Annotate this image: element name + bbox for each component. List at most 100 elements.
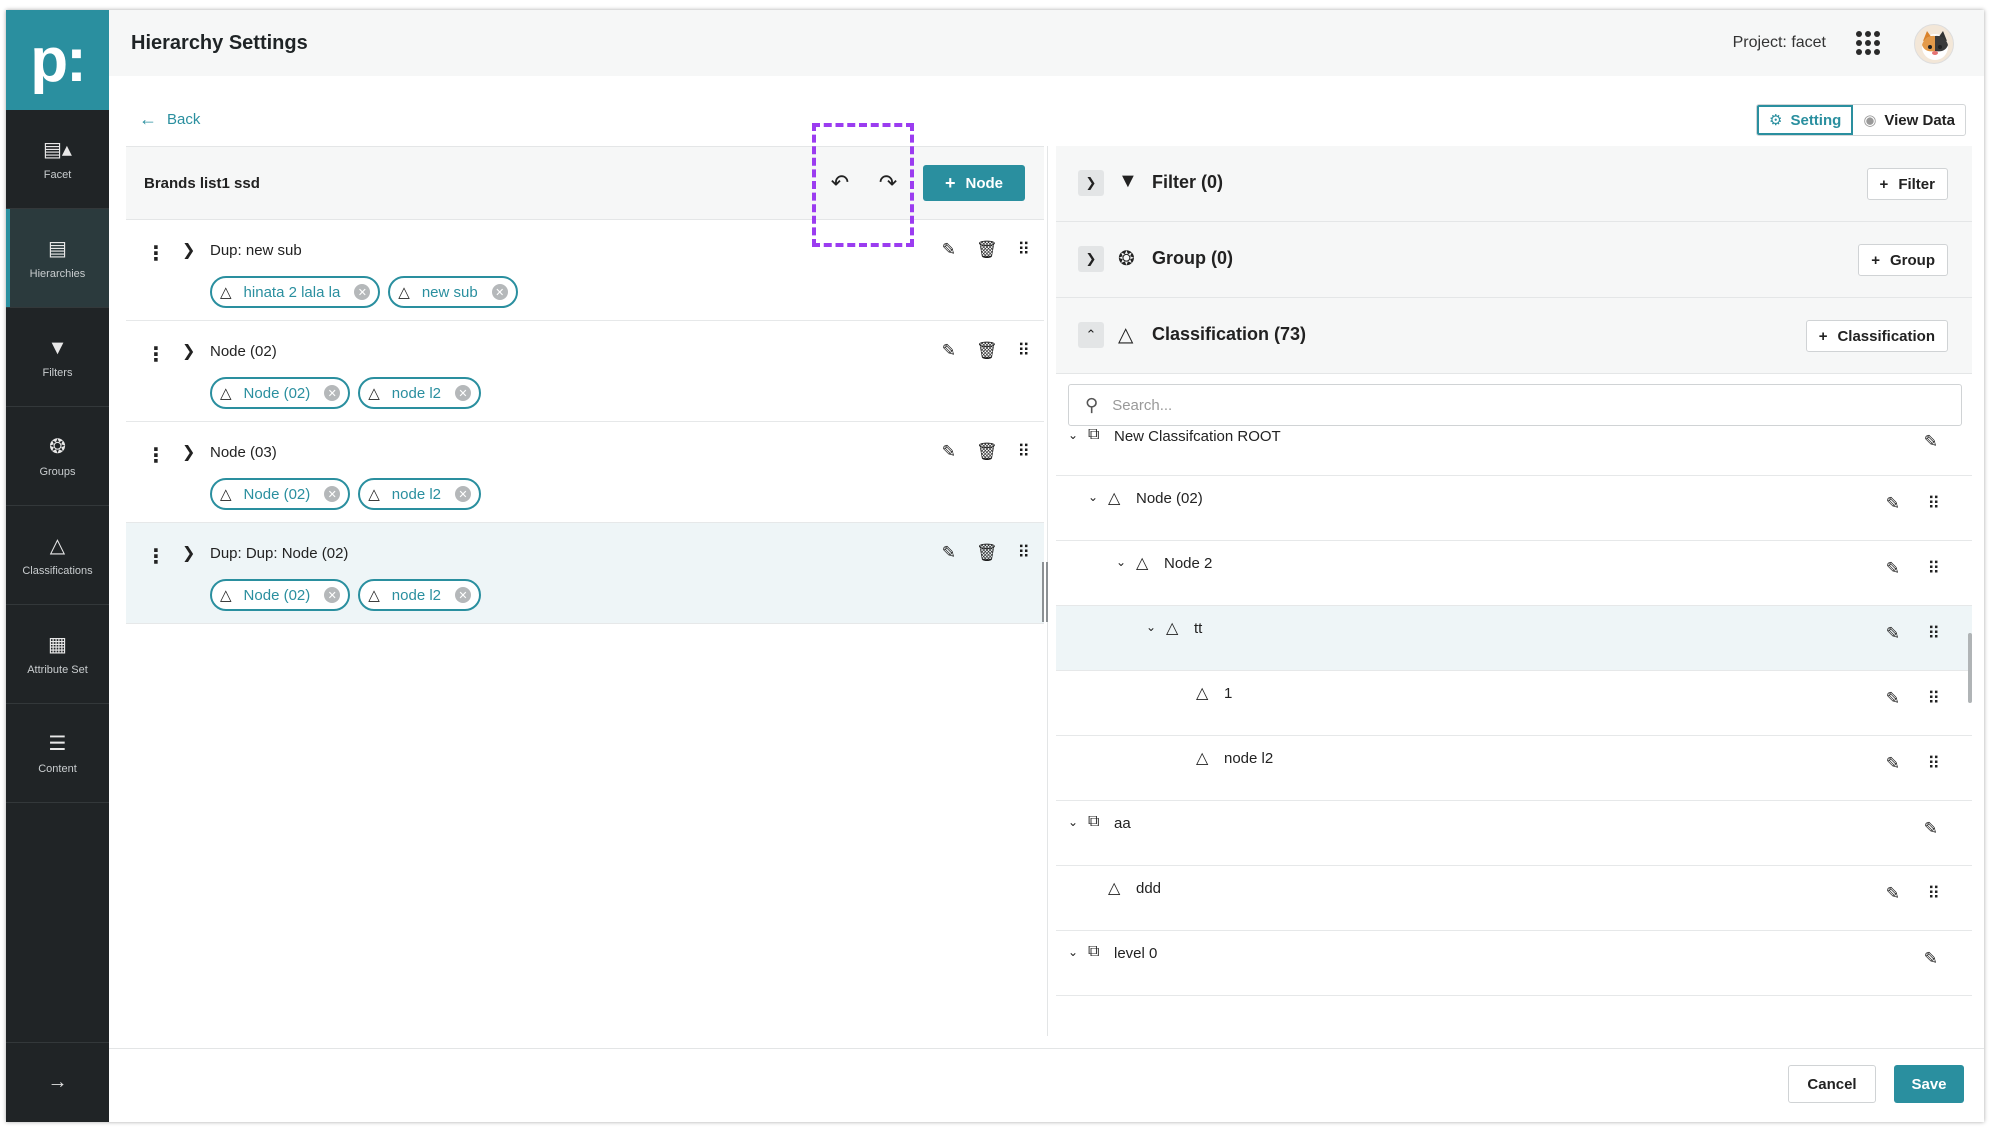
remove-chip-icon[interactable]: ✕: [455, 486, 472, 502]
chevron-down-icon[interactable]: ⌄: [1146, 620, 1156, 634]
sidebar-item-classifications[interactable]: △ Classifications: [6, 506, 109, 605]
cancel-button[interactable]: Cancel: [1788, 1065, 1876, 1103]
apps-grid-icon[interactable]: [1856, 31, 1880, 55]
remove-chip-icon[interactable]: ✕: [455, 587, 472, 603]
chevron-down-icon[interactable]: ⌄: [1088, 490, 1098, 504]
chevron-up-icon[interactable]: ⌃: [1078, 322, 1104, 348]
chevron-right-icon[interactable]: ❯: [182, 240, 195, 260]
trash-icon[interactable]: 🗑: [976, 341, 998, 361]
tree-row[interactable]: △ 1 ✎ ⠿: [1056, 671, 1972, 736]
kebab-menu-icon[interactable]: ⋮: [146, 446, 166, 466]
drag-handle-icon[interactable]: ⠿: [1018, 341, 1030, 361]
kebab-menu-icon[interactable]: ⋮: [146, 345, 166, 365]
edit-icon[interactable]: ✎: [1886, 884, 1900, 904]
resize-handle[interactable]: [1042, 562, 1048, 622]
edit-icon[interactable]: ✎: [1924, 949, 1938, 969]
drag-handle-icon[interactable]: ⠿: [1928, 559, 1940, 579]
sidebar-item-facet[interactable]: ▤▴ Facet: [6, 110, 109, 209]
tree-row[interactable]: ⌄ ⧉ level 0 ✎: [1056, 931, 1972, 996]
sidebar-item-hierarchies[interactable]: ▤ Hierarchies: [6, 209, 109, 308]
remove-chip-icon[interactable]: ✕: [324, 587, 341, 603]
tree-row[interactable]: ⌄ △ Node 2 ✎ ⠿: [1056, 541, 1972, 606]
remove-chip-icon[interactable]: ✕: [491, 284, 508, 300]
edit-icon[interactable]: ✎: [942, 240, 956, 260]
drag-handle-icon[interactable]: ⠿: [1928, 494, 1940, 514]
tree-row[interactable]: ⌄ ⧉ aa ✎: [1056, 801, 1972, 866]
edit-icon[interactable]: ✎: [1886, 624, 1900, 644]
edit-icon[interactable]: ✎: [1924, 819, 1938, 839]
drag-handle-icon[interactable]: ⠿: [1928, 884, 1940, 904]
kebab-menu-icon[interactable]: ⋮: [146, 547, 166, 567]
view-data-tab[interactable]: ◉ View Data: [1853, 105, 1965, 135]
expand-sidebar-button[interactable]: →: [6, 1042, 109, 1122]
edit-icon[interactable]: ✎: [1886, 494, 1900, 514]
sidebar-item-groups[interactable]: ❂ Groups: [6, 407, 109, 506]
chevron-down-icon[interactable]: ⌄: [1068, 428, 1078, 442]
chevron-right-icon[interactable]: ❯: [182, 543, 195, 563]
add-node-button[interactable]: + Node: [923, 165, 1025, 201]
trash-icon[interactable]: 🗑: [976, 442, 998, 462]
search-input[interactable]: ⚲ Search...: [1068, 384, 1962, 426]
back-link[interactable]: ← Back: [139, 109, 200, 130]
save-button[interactable]: Save: [1894, 1065, 1964, 1103]
tree-scrollbar[interactable]: [1968, 633, 1972, 703]
edit-icon[interactable]: ✎: [1886, 754, 1900, 774]
remove-chip-icon[interactable]: ✕: [455, 385, 472, 401]
hierarchy-row[interactable]: ⋮ ❯ Dup: new sub ✎ 🗑 ⠿ △ hinata 2 lala la…: [126, 220, 1044, 321]
edit-icon[interactable]: ✎: [1924, 432, 1938, 452]
chevron-down-icon[interactable]: ⌄: [1068, 945, 1078, 959]
undo-button[interactable]: ↶: [824, 167, 856, 199]
remove-chip-icon[interactable]: ✕: [324, 385, 341, 401]
add-classification-button[interactable]: + Classification: [1805, 320, 1948, 352]
hierarchy-icon: △: [368, 587, 380, 604]
edit-icon[interactable]: ✎: [1886, 559, 1900, 579]
setting-tab[interactable]: ⚙ Setting: [1757, 105, 1854, 135]
chevron-down-icon[interactable]: ❯: [1078, 170, 1104, 196]
tree-row-selected[interactable]: ⌄ △ tt ✎ ⠿: [1056, 606, 1972, 671]
redo-button[interactable]: ↷: [872, 167, 904, 199]
hierarchy-row[interactable]: ⋮ ❯ Node (02) ✎ 🗑 ⠿ △ Node (02) ✕ △ node l2…: [126, 321, 1044, 422]
add-filter-button[interactable]: + Filter: [1866, 168, 1948, 200]
drag-handle-icon[interactable]: ⠿: [1018, 240, 1030, 260]
chip[interactable]: △ node l2 ✕: [358, 579, 482, 611]
drag-handle-icon[interactable]: ⠿: [1928, 689, 1940, 709]
sidebar-item-attribute-set[interactable]: ▦ Attribute Set: [6, 605, 109, 704]
edit-icon[interactable]: ✎: [1886, 689, 1900, 709]
edit-icon[interactable]: ✎: [942, 341, 956, 361]
kebab-menu-icon[interactable]: ⋮: [146, 244, 166, 264]
hierarchy-row[interactable]: ⋮ ❯ Node (03) ✎ 🗑 ⠿ △ Node (02) ✕ △ node l2…: [126, 422, 1044, 523]
tree-row[interactable]: △ node l2 ✎ ⠿: [1056, 736, 1972, 801]
chip[interactable]: △ node l2 ✕: [358, 478, 482, 510]
chip[interactable]: △ node l2 ✕: [358, 377, 482, 409]
chevron-down-icon[interactable]: ⌄: [1116, 555, 1126, 569]
chip[interactable]: △ Node (02) ✕: [210, 478, 351, 510]
drag-handle-icon[interactable]: ⠿: [1928, 754, 1940, 774]
tree-row[interactable]: ⌄ ⧉ New Classifcation ROOT ✎: [1056, 426, 1972, 476]
chip[interactable]: △ Node (02) ✕: [210, 377, 351, 409]
chip[interactable]: △ hinata 2 lala la ✕: [210, 276, 381, 308]
chevron-down-icon[interactable]: ⌄: [1068, 815, 1078, 829]
chevron-right-icon[interactable]: ❯: [182, 341, 195, 361]
classifications-icon: △: [1118, 324, 1134, 346]
drag-handle-icon[interactable]: ⠿: [1018, 543, 1030, 563]
add-group-button[interactable]: + Group: [1858, 244, 1948, 276]
drag-handle-icon[interactable]: ⠿: [1018, 442, 1030, 462]
chevron-down-icon[interactable]: ❯: [1078, 246, 1104, 272]
remove-chip-icon[interactable]: ✕: [354, 284, 371, 300]
app-logo[interactable]: p:: [6, 10, 109, 110]
trash-icon[interactable]: 🗑: [976, 543, 998, 563]
tree-row[interactable]: ⌄ △ Node (02) ✎ ⠿: [1056, 476, 1972, 541]
edit-icon[interactable]: ✎: [942, 543, 956, 563]
sidebar-item-filters[interactable]: ▼ Filters: [6, 308, 109, 407]
avatar[interactable]: [1914, 24, 1954, 64]
chevron-right-icon[interactable]: ❯: [182, 442, 195, 462]
chip[interactable]: △ Node (02) ✕: [210, 579, 351, 611]
chip[interactable]: △ new sub ✕: [388, 276, 518, 308]
remove-chip-icon[interactable]: ✕: [324, 486, 341, 502]
trash-icon[interactable]: 🗑: [976, 240, 998, 260]
tree-row[interactable]: △ ddd ✎ ⠿: [1056, 866, 1972, 931]
drag-handle-icon[interactable]: ⠿: [1928, 624, 1940, 644]
hierarchy-row-selected[interactable]: ⋮ ❯ Dup: Dup: Node (02) ✎ 🗑 ⠿ △ Node (02)…: [126, 523, 1044, 624]
sidebar-item-content[interactable]: ☰ Content: [6, 704, 109, 803]
edit-icon[interactable]: ✎: [942, 442, 956, 462]
